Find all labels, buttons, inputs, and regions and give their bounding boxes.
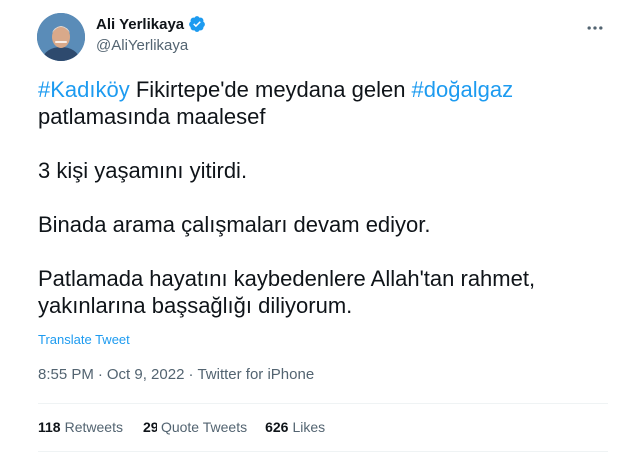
tweet-card: Ali Yerlikaya @AliYerlikaya #Kadıköy Fik… <box>0 0 641 469</box>
avatar[interactable] <box>37 13 85 61</box>
more-options-button[interactable] <box>581 16 609 40</box>
meta-separator: · <box>97 366 103 383</box>
tweet-date[interactable]: Oct 9, 2022 <box>107 366 185 383</box>
likes-label: Likes <box>292 419 326 435</box>
hashtag-kadikoy[interactable]: #Kadıköy <box>38 77 130 102</box>
avatar-image <box>37 13 85 61</box>
tweet-paragraph-2: 3 kişi yaşamını yitirdi. <box>38 158 248 183</box>
author-name[interactable]: Ali Yerlikaya <box>96 15 206 33</box>
tweet-line-2: patlamasında maalesef <box>38 104 266 129</box>
likes-count: 626 <box>265 419 289 435</box>
meta-separator: · <box>188 366 194 383</box>
verified-badge-icon <box>188 15 206 33</box>
tweet-paragraph-3: Binada arama çalışmaları devam ediyor. <box>38 212 431 237</box>
divider <box>38 403 608 404</box>
retweets-label: Retweets <box>64 419 123 435</box>
tweet-text-fragment: Fikirtepe'de meydana gelen <box>129 77 412 102</box>
tweet-source[interactable]: Twitter for iPhone <box>197 366 314 383</box>
translate-tweet-link[interactable]: Translate Tweet <box>38 332 130 347</box>
author-handle[interactable]: @AliYerlikaya <box>96 37 188 54</box>
tweet-paragraph-4-line-1: Patlamada hayatını kaybedenlere Allah'ta… <box>38 266 536 291</box>
author-name-text[interactable]: Ali Yerlikaya <box>96 16 184 33</box>
tweet-paragraph-4-line-2: yakınlarına başsağlığı diliyorum. <box>38 293 353 318</box>
tweet-meta: 8:55 PM · Oct 9, 2022 · Twitter for iPho… <box>38 366 314 383</box>
quote-tweets-stat[interactable]: 29 Quote Tweets <box>143 419 247 435</box>
tweet-time[interactable]: 8:55 PM <box>38 366 94 383</box>
divider <box>38 451 608 452</box>
tweet-stats: 118 Retweets 29 Quote Tweets 626 Likes <box>38 419 345 435</box>
quote-tweets-label: Quote Tweets <box>160 419 248 435</box>
quote-tweets-count: 29 <box>142 419 157 435</box>
hashtag-dogalgaz[interactable]: #doğalgaz <box>412 77 514 102</box>
tweet-text: #Kadıköy Fikirtepe'de meydana gelen #doğ… <box>38 76 608 319</box>
retweets-count: 118 <box>38 419 61 435</box>
more-options-icon <box>587 26 603 30</box>
likes-stat[interactable]: 626 Likes <box>265 419 325 435</box>
tweet-line-1: #Kadıköy Fikirtepe'de meydana gelen #doğ… <box>38 76 608 103</box>
retweets-stat[interactable]: 118 Retweets <box>38 419 123 435</box>
